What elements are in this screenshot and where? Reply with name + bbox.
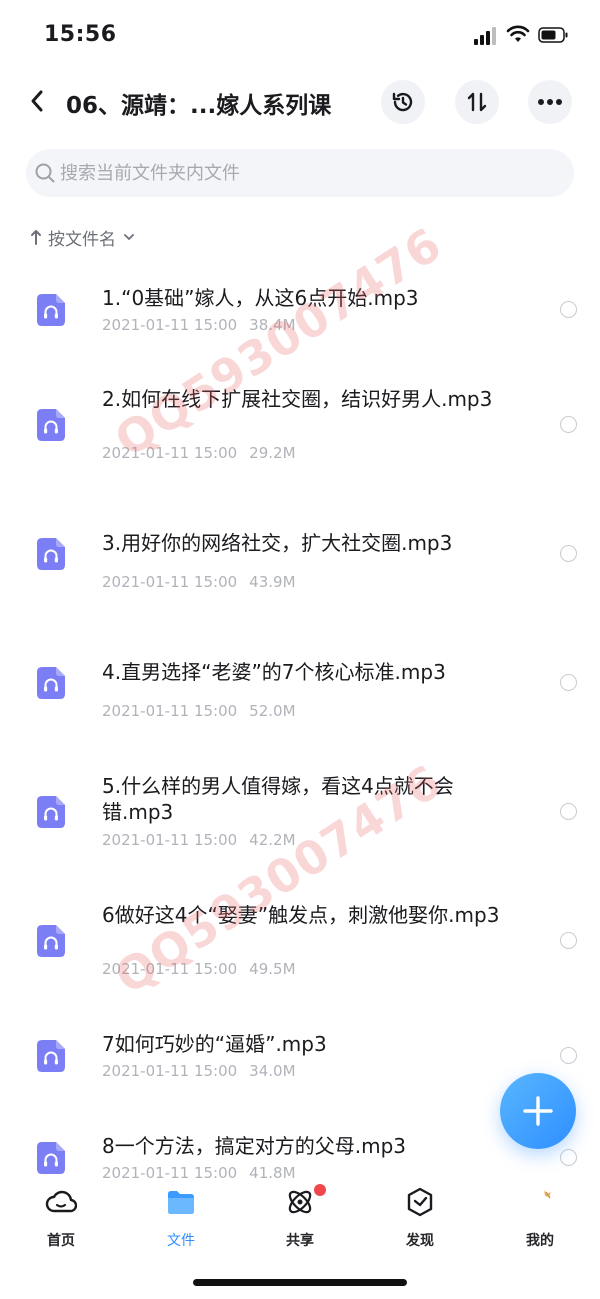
file-date: 2021-01-11 15:00 <box>102 960 238 978</box>
watermark: QQ593007476 <box>105 216 452 468</box>
audio-file-icon <box>37 796 65 828</box>
audio-file-icon <box>37 1142 65 1174</box>
file-name: 8一个方法，搞定对方的父母.mp3 <box>102 1134 406 1158</box>
arrow-up-icon <box>31 230 41 245</box>
history-button[interactable] <box>381 80 425 124</box>
file-meta: 2021-01-11 15:00 52.0M <box>102 702 296 720</box>
chevron-left-icon <box>31 90 43 112</box>
select-radio[interactable] <box>560 803 577 820</box>
search-bar[interactable] <box>26 149 574 197</box>
sort-button[interactable] <box>455 80 499 124</box>
tab-label: 首页 <box>47 1233 75 1249</box>
file-meta: 2021-01-11 15:00 34.0M <box>102 1062 296 1080</box>
file-size: 38.4M <box>249 316 296 334</box>
atom-icon <box>288 1190 312 1214</box>
select-radio[interactable] <box>560 1047 577 1064</box>
tab-label: 我的 <box>526 1233 554 1249</box>
file-meta: 2021-01-11 15:00 29.2M <box>102 444 296 462</box>
file-name: 6做好这4个“娶妻”触发点，刺激他娶你.mp3 <box>102 903 500 927</box>
file-size: 34.0M <box>249 1062 296 1080</box>
file-name: 7如何巧妙的“逼婚”.mp3 <box>102 1032 327 1056</box>
tab-label: 文件 <box>167 1233 195 1249</box>
audio-file-icon <box>37 925 65 957</box>
file-meta: 2021-01-11 15:00 43.9M <box>102 573 296 591</box>
file-name: 5.什么样的男人值得嫁，看这4点就不会错.mp3 <box>102 774 454 824</box>
folder-icon <box>168 1191 194 1214</box>
back-button[interactable] <box>20 84 54 118</box>
file-size: 52.0M <box>249 702 296 720</box>
audio-file-icon <box>37 538 65 570</box>
file-name: 1.“0基础”嫁人，从这6点开始.mp3 <box>102 286 419 310</box>
select-radio[interactable] <box>560 416 577 433</box>
status-time: 15:56 <box>44 22 117 47</box>
file-name: 2.如何在线下扩展社交圈，结识好男人.mp3 <box>102 387 493 411</box>
audio-file-icon <box>37 294 65 326</box>
audio-file-icon <box>37 667 65 699</box>
notification-dot <box>314 1184 326 1196</box>
avatar-icon <box>544 1190 551 1199</box>
nav-header: 06、源靖：...嫁人系列课 <box>0 72 600 134</box>
file-size: 29.2M <box>249 444 296 462</box>
home-indicator <box>193 1279 407 1286</box>
file-date: 2021-01-11 15:00 <box>102 573 238 591</box>
file-name: 4.直男选择“老婆”的7个核心标准.mp3 <box>102 660 446 684</box>
sort-arrows-icon <box>467 92 487 112</box>
file-name: 3.用好你的网络社交，扩大社交圈.mp3 <box>102 531 453 555</box>
cloud-icon <box>45 1190 77 1213</box>
file-meta: 2021-01-11 15:00 42.2M <box>102 831 296 849</box>
more-dots-icon <box>538 99 562 105</box>
select-radio[interactable] <box>560 674 577 691</box>
audio-file-icon <box>37 1040 65 1072</box>
more-button[interactable] <box>528 80 572 124</box>
chevron-down-icon <box>124 234 134 240</box>
tab-files[interactable]: 文件 <box>141 1186 221 1252</box>
tab-me[interactable]: 我的 <box>500 1186 580 1252</box>
select-radio[interactable] <box>560 1149 577 1166</box>
sort-selector[interactable]: 按文件名 <box>30 224 136 250</box>
search-icon <box>35 163 55 183</box>
compass-icon <box>407 1187 433 1217</box>
sort-label: 按文件名 <box>48 229 116 250</box>
wifi-icon <box>506 25 530 42</box>
tab-share[interactable]: 共享 <box>260 1184 340 1252</box>
file-date: 2021-01-11 15:00 <box>102 702 238 720</box>
cellular-signal-icon <box>474 27 498 45</box>
file-date: 2021-01-11 15:00 <box>102 444 238 462</box>
plus-icon <box>523 1096 553 1126</box>
tab-home[interactable]: 首页 <box>21 1186 101 1252</box>
select-radio[interactable] <box>560 545 577 562</box>
battery-icon <box>538 27 568 43</box>
add-button[interactable] <box>500 1073 576 1149</box>
file-date: 2021-01-11 15:00 <box>102 831 238 849</box>
file-date: 2021-01-11 15:00 <box>102 316 238 334</box>
audio-file-icon <box>37 409 65 441</box>
tab-discover[interactable]: 发现 <box>380 1186 460 1252</box>
file-size: 49.5M <box>249 960 296 978</box>
file-meta: 2021-01-11 15:00 38.4M <box>102 316 296 334</box>
tab-label: 发现 <box>406 1233 434 1249</box>
search-input[interactable] <box>60 149 560 197</box>
select-radio[interactable] <box>560 301 577 318</box>
file-meta: 2021-01-11 15:00 49.5M <box>102 960 296 978</box>
file-size: 43.9M <box>249 573 296 591</box>
status-bar: 15:56 <box>0 0 600 72</box>
file-size: 42.2M <box>249 831 296 849</box>
file-date: 2021-01-11 15:00 <box>102 1062 238 1080</box>
select-radio[interactable] <box>560 932 577 949</box>
tab-label: 共享 <box>286 1233 314 1249</box>
history-icon <box>392 92 413 112</box>
page-title: 06、源靖：...嫁人系列课 <box>66 93 332 119</box>
